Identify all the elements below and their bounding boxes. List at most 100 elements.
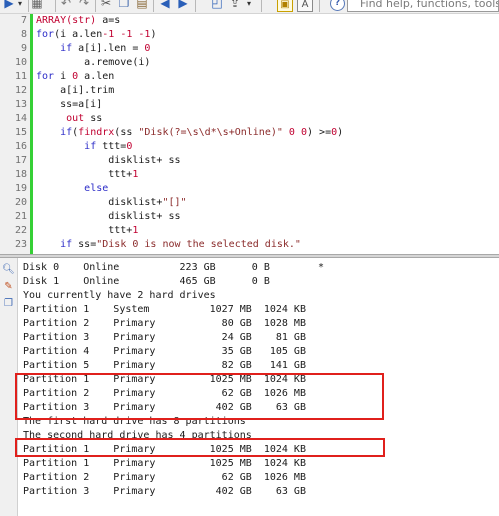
code-text: a.remove(i) xyxy=(36,56,150,70)
code-text: for(i a.len-1 -1 -1) xyxy=(36,28,156,42)
help-search-input[interactable]: Find help, functions, tools xyxy=(347,0,499,12)
output-line: Partition 3 Primary 402 GB 63 GB xyxy=(23,486,306,497)
line-number: 20 xyxy=(14,197,27,208)
code-line[interactable]: 7 ARRAY(str) a=s xyxy=(0,14,499,28)
code-line[interactable]: 17 disklist+ ss xyxy=(0,154,499,168)
code-line[interactable]: 16 if ttt=0 xyxy=(0,140,499,154)
toolbar-separator xyxy=(319,0,320,12)
text-toggle-icon[interactable]: A xyxy=(297,0,313,12)
paste-icon[interactable]: ▤ xyxy=(135,0,149,11)
highlight-box-partitions xyxy=(15,373,384,420)
output-pane[interactable]: 🔍︎ ✎ ❐ Disk 0 Online 223 GB 0 B * Disk 1 … xyxy=(0,258,499,516)
code-text: for i 0 a.len xyxy=(36,70,114,84)
code-token: if xyxy=(60,43,73,54)
code-text: if ss="Disk 0 is now the selected disk." xyxy=(36,238,301,252)
dropdown-arrow-icon[interactable]: ▾ xyxy=(15,0,25,11)
code-token: ss xyxy=(84,113,103,124)
code-line[interactable]: 13 ss=a[i] xyxy=(0,98,499,112)
cut-icon[interactable]: ✂ xyxy=(99,0,113,11)
output-line: Partition 1 Primary 1025 MB 1024 KB xyxy=(23,458,306,469)
line-number: 16 xyxy=(14,141,27,152)
toolbar: ▶ ▾ ▦ ↶ ↷ ✂ ❐ ▤ ◀ ▶ ◰ ⇪ ▾ ▣ A ? Find hel… xyxy=(0,0,499,14)
code-token: ) xyxy=(337,127,344,138)
code-line[interactable]: 18 ttt+1 xyxy=(0,168,499,182)
play-arrow-icon[interactable]: ▶ xyxy=(2,0,16,11)
dropdown-arrow-icon[interactable]: ▾ xyxy=(244,0,254,11)
toolbar-separator xyxy=(153,0,154,12)
code-token: a=s xyxy=(96,15,121,26)
code-text: ARRAY(str) a=s xyxy=(36,14,120,28)
back-icon[interactable]: ◀ xyxy=(158,0,172,11)
code-text: disklist+ ss xyxy=(36,210,180,224)
code-line[interactable]: 15 if(findrx(ss "Disk(?=\s\d*\s+Online)"… xyxy=(0,126,499,140)
copy-icon[interactable]: ❐ xyxy=(2,297,15,310)
code-line[interactable]: 11 for i 0 a.len xyxy=(0,70,499,84)
output-line: You currently have 2 hard drives xyxy=(23,290,216,301)
code-token: disklist+ ss xyxy=(36,155,181,166)
code-line[interactable]: 22 ttt+1 xyxy=(0,224,499,238)
window-icon[interactable]: ◰ xyxy=(210,0,224,11)
line-number: 17 xyxy=(14,155,27,166)
find-icon[interactable]: 🔍︎ xyxy=(2,263,15,276)
output-line: Partition 5 Primary 82 GB 141 GB xyxy=(23,360,306,371)
toolbar-separator xyxy=(195,0,196,12)
line-number: 19 xyxy=(14,183,27,194)
code-token: 1 xyxy=(132,169,139,180)
code-editor[interactable]: 7 ARRAY(str) a=s 8 for(i a.len-1 -1 -1) 9 if… xyxy=(0,14,499,254)
undo-icon[interactable]: ↶ xyxy=(59,0,73,11)
forward-icon[interactable]: ▶ xyxy=(176,0,190,11)
line-number: 13 xyxy=(14,99,27,110)
code-line[interactable]: 8 for(i a.len-1 -1 -1) xyxy=(0,28,499,42)
code-text: ttt+1 xyxy=(36,224,138,238)
line-number: 11 xyxy=(14,71,27,82)
code-token: for xyxy=(36,71,55,82)
code-token: "Disk(?=\s\d*\s+Online)" xyxy=(138,127,283,138)
code-token: findrx xyxy=(78,127,115,138)
code-line[interactable]: 21 disklist+ ss xyxy=(0,210,499,224)
code-line[interactable]: 10 a.remove(i) xyxy=(0,56,499,70)
code-token: 0 xyxy=(126,141,133,152)
line-number: 18 xyxy=(14,169,27,180)
line-number: 7 xyxy=(20,15,27,26)
output-line: Partition 4 Primary 35 GB 105 GB xyxy=(23,346,306,357)
redo-icon[interactable]: ↷ xyxy=(77,0,91,11)
calculator-icon[interactable]: ▦ xyxy=(30,0,44,11)
code-token: i xyxy=(54,71,73,82)
clear-icon[interactable]: ✎ xyxy=(2,280,15,293)
output-line: Partition 1 System 1027 MB 1024 KB xyxy=(23,304,306,315)
code-line[interactable]: 14 out ss xyxy=(0,112,499,126)
code-text: disklist+"[]" xyxy=(36,196,186,210)
copy-icon[interactable]: ❐ xyxy=(117,0,131,11)
view-toggle-icon[interactable]: ▣ xyxy=(277,0,293,12)
line-number: 15 xyxy=(14,127,27,138)
code-token: 1 xyxy=(132,225,139,236)
code-token: a[i].len = xyxy=(72,43,145,54)
code-text: if ttt=0 xyxy=(36,140,132,154)
code-token: if xyxy=(60,239,73,250)
highlight-box-duplicate-partition xyxy=(15,438,385,457)
code-token: -1 xyxy=(102,29,115,40)
code-token: ttt+ xyxy=(36,225,133,236)
code-line[interactable]: 20 disklist+"[]" xyxy=(0,196,499,210)
code-token: "Disk 0 is now the selected disk." xyxy=(96,239,301,250)
help-icon[interactable]: ? xyxy=(330,0,345,11)
code-token: 0 xyxy=(144,43,151,54)
export-icon[interactable]: ⇪ xyxy=(228,0,242,11)
code-token: ) >= xyxy=(307,127,332,138)
toolbar-separator xyxy=(261,0,262,12)
code-token: if xyxy=(84,141,97,152)
code-line[interactable]: 12 a[i].trim xyxy=(0,84,499,98)
toolbar-separator xyxy=(28,0,29,12)
code-line[interactable]: 23 if ss="Disk 0 is now the selected dis… xyxy=(0,238,499,252)
output-line: Disk 1 Online 465 GB 0 B xyxy=(23,276,270,287)
code-token: (i a.len xyxy=(54,29,103,40)
code-line[interactable]: 19 else xyxy=(0,182,499,196)
code-line[interactable]: 9 if a[i].len = 0 xyxy=(0,42,499,56)
code-token: a.len xyxy=(78,71,115,82)
code-text: if(findrx(ss "Disk(?=\s\d*\s+Online)" 0 … xyxy=(36,126,343,140)
code-token: ss= xyxy=(72,239,97,250)
